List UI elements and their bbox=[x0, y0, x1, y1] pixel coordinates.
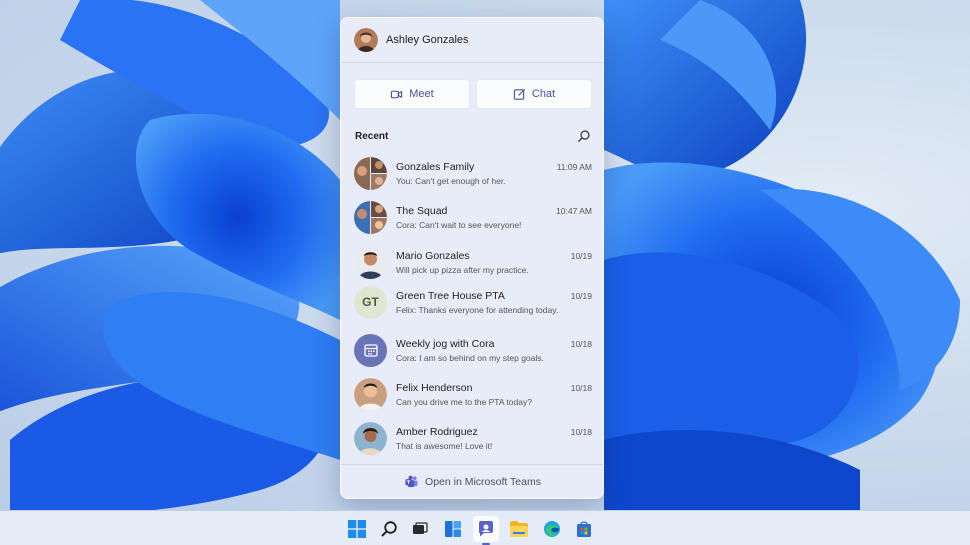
profile-name: Ashley Gonzales bbox=[386, 34, 469, 46]
edge-icon bbox=[544, 521, 560, 537]
conversation-name: Felix Henderson bbox=[396, 381, 473, 394]
chat-button[interactable]: Chat bbox=[476, 79, 592, 109]
video-camera-icon bbox=[391, 90, 403, 98]
conversation-name: Mario Gonzales bbox=[396, 249, 470, 262]
widgets-icon bbox=[445, 521, 461, 537]
meeting-avatar bbox=[354, 333, 387, 367]
conversation-time: 11:09 AM bbox=[556, 161, 592, 172]
conversation-time: 10/18 bbox=[570, 338, 592, 349]
conversation-item[interactable]: The Squad 10:47 AM Cora: Can't wait to se… bbox=[341, 195, 603, 239]
meet-button[interactable]: Meet bbox=[354, 79, 470, 109]
conversation-preview: That is awesome! Love it! bbox=[396, 440, 493, 451]
conversation-item[interactable]: Felix Henderson 10/18 Can you drive me to… bbox=[341, 372, 603, 416]
conversation-preview: Can you drive me to the PTA today? bbox=[396, 396, 532, 407]
task-view-icon bbox=[413, 522, 428, 534]
search-icon[interactable] bbox=[577, 129, 591, 143]
taskbar bbox=[0, 510, 970, 545]
conversation-time: 10:47 AM bbox=[556, 205, 592, 216]
start-icon bbox=[348, 520, 366, 538]
action-buttons: Meet Chat bbox=[354, 79, 592, 109]
conversation-preview: You: Can't get enough of her. bbox=[396, 175, 506, 186]
conversation-item[interactable]: Amber Rodriguez 10/18 That is awesome! Lo… bbox=[341, 416, 603, 460]
open-in-teams-label: Open in Microsoft Teams bbox=[425, 475, 541, 488]
chat-taskbar-button[interactable] bbox=[473, 516, 499, 545]
conversation-time: 10/19 bbox=[570, 250, 592, 261]
store-button[interactable] bbox=[571, 516, 597, 542]
conversation-item[interactable]: Weekly jog with Cora 10/18 Cora: I am so … bbox=[341, 328, 603, 372]
file-explorer-icon bbox=[510, 521, 528, 537]
group-avatar bbox=[354, 156, 387, 190]
chat-flyout: Ashley Gonzales Meet Chat Recent Gonzale… bbox=[340, 17, 604, 499]
contact-avatar bbox=[354, 421, 387, 455]
profile-header[interactable]: Ashley Gonzales bbox=[341, 18, 603, 63]
recent-header: Recent bbox=[355, 129, 591, 143]
chat-label: Chat bbox=[531, 88, 556, 100]
calendar-icon bbox=[363, 344, 378, 357]
open-in-teams-link[interactable]: Open in Microsoft Teams bbox=[341, 464, 603, 498]
conversation-preview: Will pick up pizza after my practice. bbox=[396, 264, 529, 275]
recent-title: Recent bbox=[355, 130, 389, 142]
conversation-time: 10/18 bbox=[570, 382, 592, 393]
meet-label: Meet bbox=[409, 88, 434, 100]
search-icon bbox=[381, 521, 397, 537]
conversation-item[interactable]: Gonzales Family 11:09 AM You: Can't get e… bbox=[341, 151, 603, 195]
teams-icon bbox=[405, 475, 418, 488]
conversation-item[interactable]: Mario Gonzales 10/19 Will pick up pizza a… bbox=[341, 240, 603, 284]
task-view-button[interactable] bbox=[407, 516, 433, 542]
conversation-preview: Cora: Can't wait to see everyone! bbox=[396, 219, 522, 230]
conversation-item[interactable]: GT Green Tree House PTA 10/19 Felix: Than… bbox=[341, 280, 603, 324]
initials-avatar: GT bbox=[354, 285, 387, 319]
conversation-name: The Squad bbox=[396, 204, 448, 217]
chat-icon bbox=[479, 521, 493, 537]
store-icon bbox=[577, 521, 591, 537]
taskbar-search-button[interactable] bbox=[376, 516, 402, 542]
profile-avatar bbox=[354, 28, 378, 52]
conversation-preview: Cora: I am so behind on my step goals. bbox=[396, 352, 544, 363]
conversation-time: 10/18 bbox=[570, 426, 592, 437]
conversation-name: Amber Rodriguez bbox=[396, 425, 478, 438]
conversation-name: Weekly jog with Cora bbox=[396, 337, 495, 350]
contact-avatar bbox=[354, 377, 387, 411]
conversation-name: Green Tree House PTA bbox=[396, 289, 505, 302]
conversation-name: Gonzales Family bbox=[396, 160, 475, 173]
group-avatar bbox=[354, 200, 387, 234]
conversation-time: 10/19 bbox=[570, 290, 592, 301]
file-explorer-button[interactable] bbox=[506, 516, 532, 542]
edge-button[interactable] bbox=[539, 516, 565, 542]
compose-icon bbox=[513, 88, 525, 100]
start-button[interactable] bbox=[344, 516, 370, 542]
conversation-preview: Felix: Thanks everyone for attending tod… bbox=[396, 304, 559, 315]
widgets-button[interactable] bbox=[440, 516, 466, 542]
contact-avatar bbox=[354, 245, 387, 279]
